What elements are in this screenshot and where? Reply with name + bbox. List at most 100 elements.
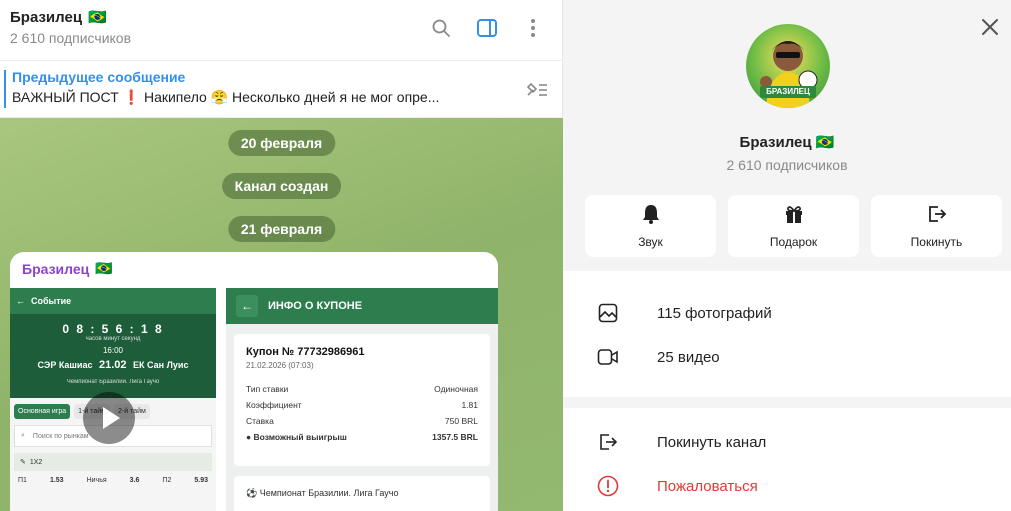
coupon-header-title: ИНФО О КУПОНЕ: [268, 300, 363, 312]
coupon-value: 1357.5 BRL: [432, 432, 478, 442]
photo-icon: [597, 302, 619, 324]
report-label: Пожаловаться: [657, 477, 758, 495]
coupon-value: 750 BRL: [444, 416, 478, 426]
videos-label: 25 видео: [657, 348, 720, 366]
odds-label: Ничья: [86, 477, 107, 484]
coupon-value: Одиночная: [434, 384, 478, 394]
coupon-date: 21.02.2026 (07:03): [246, 361, 314, 370]
sidebar-toggle-icon[interactable]: [475, 16, 499, 40]
photos-label: 115 фотографий: [657, 304, 772, 322]
coupon-row: Коэффициент 1.81: [246, 400, 478, 410]
date-pill: 20 февраля: [227, 130, 336, 156]
league-name: Чемпионат Бразилии. Лига Гаучо: [66, 379, 160, 385]
coupon-row: Ставка 750 BRL: [246, 416, 478, 426]
odds-label: П2: [162, 477, 172, 484]
leave-channel-item[interactable]: Покинуть канал: [563, 420, 1011, 464]
coupon-key: Ставка: [246, 416, 274, 426]
match-teams: СЭР Кашиас 21.02 ЕК Сан Луис: [10, 359, 216, 371]
pinned-title: Предыдущее сообщение: [12, 69, 186, 85]
coupon-key: Коэффициент: [246, 400, 302, 410]
bullet-icon: ●: [246, 432, 252, 442]
coupon-league: Чемпионат Бразилии. Лига Гаучо: [259, 488, 399, 498]
market-row: ✎ 1X2: [14, 453, 212, 471]
odds-value: 3.6: [129, 477, 140, 484]
author-name: Бразилец: [22, 260, 90, 277]
back-arrow-icon: ←: [16, 296, 25, 306]
leave-button[interactable]: Покинуть: [871, 195, 1002, 257]
soccer-ball-icon: ⚽: [246, 488, 258, 498]
coupon-key: ● Возможный выигрыш: [246, 432, 347, 442]
team-away: ЕК Сан Луис: [133, 360, 189, 370]
coupon-image[interactable]: ← ИНФО О КУПОНЕ Купон № 77732986961 21.0…: [226, 288, 498, 511]
media-section: 115 фотографий 25 видео: [563, 271, 1011, 397]
channel-subscribers: 2 610 подписчиков: [726, 157, 848, 173]
tab-main: Основная игра: [14, 404, 71, 419]
more-vertical-icon[interactable]: [521, 16, 545, 40]
logout-icon: [597, 431, 619, 453]
odds-value: 1.53: [49, 477, 64, 484]
chat-background: 20 февраля Канал создан 21 февраля Брази…: [0, 118, 563, 511]
odds-label: П1: [18, 477, 27, 484]
coupon-card: Купон № 77732986961 21.02.2026 (07:03) Т…: [234, 334, 490, 466]
gift-button-label: Подарок: [769, 234, 818, 249]
team-home: СЭР Кашиас: [37, 360, 93, 370]
match-date: 21.02: [99, 359, 127, 371]
channel-info-panel: БРАЗИЛЕЦ Бразилец 🇧🇷 2 610 подписчиков З…: [563, 0, 1011, 511]
odds-value: 5.93: [194, 477, 208, 484]
match-time: 16:00: [102, 346, 124, 355]
coupon-row: Тип ставки Одиночная: [246, 384, 478, 394]
brazil-flag-icon: 🇧🇷: [88, 9, 107, 26]
chat-title-text: Бразилец: [10, 8, 83, 26]
coupon-event-card: ⚽ Чемпионат Бразилии. Лига Гаучо: [234, 476, 490, 511]
scoreboard: 0 8 : 5 6 : 1 8 часов минут секунд 16:00…: [10, 314, 216, 398]
chat-header[interactable]: Бразилец 🇧🇷 2 610 подписчиков: [0, 0, 563, 60]
videos-item[interactable]: 25 видео: [563, 335, 1011, 379]
telegram-window: Бразилец 🇧🇷 2 610 подписчиков Предыдущее…: [0, 0, 1011, 511]
channel-name: Бразилец 🇧🇷: [563, 133, 1011, 151]
play-button[interactable]: [83, 392, 135, 449]
search-icon[interactable]: [429, 16, 453, 40]
pinned-message[interactable]: Предыдущее сообщение ВАЖНЫЙ ПОСТ ❗ Накип…: [0, 60, 563, 118]
message-bubble[interactable]: Бразилец 🇧🇷 ← Событие 0 8 : 5 6 : 1 8 ча…: [10, 252, 498, 511]
bell-icon: [642, 204, 660, 227]
message-author: Бразилец 🇧🇷: [22, 260, 113, 277]
odds-row: П1 1.53 Ничья 3.6 П2 5.93: [10, 471, 216, 490]
video-icon: [597, 346, 619, 368]
sound-button-label: Звук: [638, 234, 663, 249]
report-item[interactable]: Пожаловаться: [563, 464, 1011, 508]
avatar-caption: БРАЗИЛЕЦ: [766, 87, 810, 96]
channel-name-text: Бразилец: [739, 134, 812, 151]
sound-button[interactable]: Звук: [585, 195, 716, 257]
search-placeholder: Поиск по рынкам: [32, 432, 89, 440]
event-header: ← Событие: [10, 288, 216, 314]
channel-avatar[interactable]: БРАЗИЛЕЦ: [746, 24, 830, 108]
market-name: 1X2: [29, 458, 43, 466]
coupon-value: 1.81: [461, 400, 478, 410]
close-icon[interactable]: [981, 18, 999, 41]
action-buttons: Звук Подарок Покинуть: [585, 195, 1002, 257]
event-title: Событие: [31, 296, 72, 306]
photos-item[interactable]: 115 фотографий: [563, 291, 1011, 335]
coupon-key: Тип ставки: [246, 384, 289, 394]
pin-icon: ✎: [20, 459, 26, 466]
leave-button-label: Покинуть: [910, 234, 963, 249]
pinned-text: ВАЖНЫЙ ПОСТ ❗ Накипело 😤 Несколько дней …: [12, 89, 440, 105]
logout-icon: [927, 204, 947, 227]
pinned-accent-bar: [4, 70, 6, 108]
back-arrow-icon: ←: [236, 295, 258, 317]
countdown-labels: часов минут секунд: [85, 336, 141, 342]
coupon-key-text: Возможный выигрыш: [253, 432, 347, 442]
gift-button[interactable]: Подарок: [728, 195, 859, 257]
brazil-flag-icon: 🇧🇷: [815, 134, 835, 151]
channel-actions-section: Покинуть канал Пожаловаться: [563, 408, 1011, 511]
leave-channel-label: Покинуть канал: [657, 433, 767, 451]
pin-list-icon[interactable]: [525, 79, 549, 104]
chat-area: Бразилец 🇧🇷 2 610 подписчиков Предыдущее…: [0, 0, 563, 511]
date-pill: 21 февраля: [227, 216, 336, 242]
brazil-flag-icon: 🇧🇷: [95, 260, 113, 276]
coupon-header: ← ИНФО О КУПОНЕ: [226, 288, 498, 324]
warning-icon: [597, 475, 619, 497]
coupon-row: ● Возможный выигрыш 1357.5 BRL: [246, 432, 478, 442]
coupon-number: Купон № 77732986961: [246, 346, 365, 358]
countdown: 0 8 : 5 6 : 1 8: [62, 322, 164, 336]
